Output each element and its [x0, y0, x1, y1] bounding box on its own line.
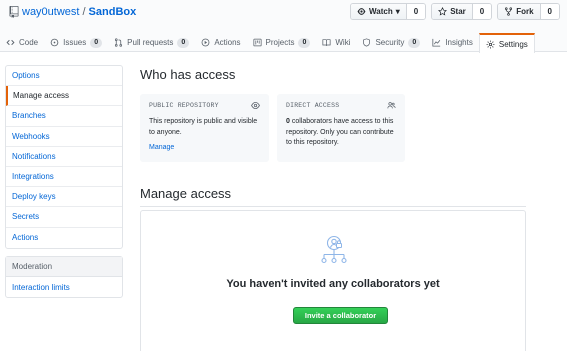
fork-button-group: Fork 0 — [497, 3, 560, 20]
repo-separator: / — [82, 6, 86, 18]
fork-count[interactable]: 0 — [540, 4, 559, 19]
sidebar-item-interaction-limits[interactable]: Interaction limits — [6, 277, 122, 297]
direct-access-title: DIRECT ACCESS — [286, 101, 396, 110]
tab-label: Actions — [214, 38, 241, 47]
sidebar-item-secrets[interactable]: Secrets — [6, 207, 122, 228]
tab-label: Projects — [265, 38, 295, 47]
tab-label: Issues — [63, 38, 87, 47]
fork-label: Fork — [516, 7, 534, 16]
project-icon — [253, 38, 262, 47]
sidebar-item-branches[interactable]: Branches — [6, 106, 122, 127]
direct-access-label: DIRECT ACCESS — [286, 102, 340, 109]
direct-access-description: collaborators have access to this reposi… — [286, 118, 394, 146]
sidebar-item-webhooks[interactable]: Webhooks — [6, 127, 122, 147]
sidebar-item-manage-access[interactable]: Manage access — [6, 86, 122, 107]
people-icon — [387, 102, 396, 109]
tab-counter: 0 — [177, 37, 190, 48]
tab-counter: 0 — [90, 37, 103, 48]
tab-wiki[interactable]: Wiki — [316, 33, 356, 52]
collaborators-blankslate: You haven't invited any collaborators ye… — [140, 210, 526, 351]
who-has-access-heading: Who has access — [140, 67, 236, 82]
issue-icon — [50, 38, 59, 47]
sidebar-item-deploy-keys[interactable]: Deploy keys — [6, 187, 122, 208]
tab-label: Pull requests — [127, 38, 174, 47]
heading-divider — [140, 206, 526, 207]
graph-icon — [432, 38, 441, 47]
moderation-heading: Moderation — [6, 257, 122, 277]
repo-actions: Watch ▾ 0 Star 0 Fork 0 — [350, 3, 560, 20]
blankslate-title: You haven't invited any collaborators ye… — [226, 278, 440, 290]
sidebar-item-options[interactable]: Options — [6, 66, 122, 87]
repo-header: way0utwest / SandBox Watch ▾ 0 Star 0 Fo… — [0, 0, 567, 53]
eye-icon — [251, 102, 260, 109]
tab-label: Code — [19, 38, 39, 47]
tab-projects[interactable]: Projects 0 — [247, 33, 317, 52]
tab-label: Insights — [445, 38, 473, 47]
tab-security[interactable]: Security 0 — [356, 33, 426, 52]
gear-icon — [486, 40, 495, 48]
settings-menu: Options Manage access Branches Webhooks … — [5, 65, 123, 249]
sidebar-item-notifications[interactable]: Notifications — [6, 147, 122, 167]
repo-icon — [9, 6, 19, 18]
watch-button[interactable]: Watch ▾ — [351, 4, 407, 19]
tab-counter: 0 — [408, 37, 421, 48]
play-icon — [201, 38, 210, 47]
fork-icon — [505, 7, 513, 16]
book-icon — [322, 39, 331, 46]
repo-title: way0utwest / SandBox — [9, 6, 136, 18]
eye-icon — [357, 8, 366, 15]
sidebar-item-actions[interactable]: Actions — [6, 228, 122, 248]
tab-code[interactable]: Code — [0, 33, 44, 52]
repo-owner-link[interactable]: way0utwest — [22, 6, 79, 18]
sidebar-item-integrations[interactable]: Integrations — [6, 167, 122, 188]
moderation-menu: Moderation Interaction limits — [5, 256, 123, 299]
manage-link[interactable]: Manage — [149, 144, 260, 151]
direct-access-text: 0 collaborators have access to this repo… — [286, 117, 396, 149]
tab-pull-requests[interactable]: Pull requests 0 — [108, 33, 195, 52]
pull-request-icon — [115, 38, 123, 47]
repo-name-link[interactable]: SandBox — [89, 6, 137, 18]
direct-access-box: DIRECT ACCESS 0 collaborators have acces… — [277, 94, 405, 162]
code-icon — [6, 39, 15, 46]
tab-actions[interactable]: Actions — [195, 33, 246, 52]
manage-access-heading: Manage access — [140, 186, 232, 201]
watch-label: Watch — [369, 7, 393, 16]
public-repository-label: PUBLIC REPOSITORY — [149, 102, 219, 109]
watch-button-group: Watch ▾ 0 — [350, 3, 427, 20]
chevron-down-icon: ▾ — [395, 7, 400, 16]
star-button-group: Star 0 — [431, 3, 493, 20]
tab-label: Security — [375, 38, 405, 47]
collaborators-icon — [321, 235, 347, 264]
star-label: Star — [450, 7, 466, 16]
tab-label: Wiki — [335, 38, 351, 47]
shield-icon — [363, 38, 371, 47]
star-icon — [438, 7, 448, 16]
star-button[interactable]: Star — [432, 4, 473, 19]
public-repository-text: This repository is public and visible to… — [149, 118, 258, 136]
tab-issues[interactable]: Issues 0 — [44, 33, 108, 52]
public-repository-box: PUBLIC REPOSITORY This repository is pub… — [140, 94, 269, 162]
star-count[interactable]: 0 — [472, 4, 492, 19]
tab-label: Settings — [498, 39, 528, 49]
tab-insights[interactable]: Insights — [426, 33, 479, 52]
public-repository-title: PUBLIC REPOSITORY — [149, 101, 260, 110]
tab-counter: 0 — [298, 37, 311, 48]
tab-settings[interactable]: Settings — [478, 33, 535, 53]
fork-button[interactable]: Fork — [498, 4, 541, 19]
repo-tabs: Code Issues 0 Pull requests 0 Actions Pr… — [0, 33, 535, 53]
watch-count[interactable]: 0 — [406, 4, 426, 19]
invite-collaborator-button[interactable]: Invite a collaborator — [293, 307, 388, 324]
